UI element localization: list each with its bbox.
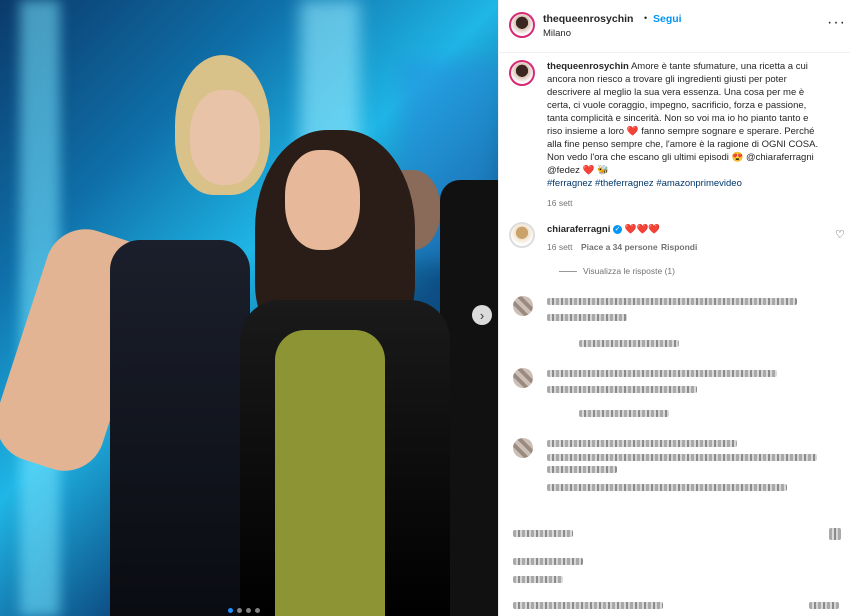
post-photo[interactable]: ›: [0, 0, 498, 616]
caption-timestamp: 16 sett: [547, 198, 573, 208]
caption-username[interactable]: thequeenrosychin: [547, 61, 629, 72]
caption-line: descrivere al meglio la sua vera essenza…: [547, 87, 805, 98]
caption-line: riso insieme a loro ❤️ fanno sempre sogn…: [547, 126, 815, 137]
blurred-date: [513, 576, 563, 583]
blurred-comment-meta: [547, 386, 697, 393]
hashtags[interactable]: #ferragnez #theferragnez #amazonprimevid…: [547, 177, 839, 190]
blurred-bookmark-icon: [829, 528, 841, 540]
reply-button[interactable]: Rispondi: [661, 242, 697, 252]
location-link[interactable]: Milano: [543, 28, 571, 39]
blurred-comment: [547, 370, 777, 377]
blurred-comment-meta: [579, 410, 669, 417]
blurred-comment: [547, 298, 797, 305]
face: [190, 90, 260, 185]
blurred-post-button: [809, 602, 839, 609]
caption-line: Amore è tante sfumature, una ricetta a c…: [630, 61, 808, 72]
caption-line: alla fine penso sempre che, l'amore è la…: [547, 139, 819, 150]
blurred-comment: [547, 454, 817, 461]
avatar[interactable]: [509, 12, 535, 38]
blurred-avatar: [513, 296, 533, 316]
blurred-avatar: [513, 368, 533, 388]
more-options-icon[interactable]: ···: [827, 14, 846, 32]
blurred-comment: [547, 466, 617, 473]
blurred-comment-meta: [547, 314, 627, 321]
carousel-dot: [228, 608, 233, 613]
separator: •: [644, 13, 648, 23]
blurred-add-comment: [513, 602, 663, 609]
blurred-comment: [547, 440, 737, 447]
post-header: thequeenrosychin • Segui Milano ···: [499, 0, 850, 53]
green-dress: [275, 330, 385, 616]
blurred-avatar: [513, 438, 533, 458]
view-replies-label: Visualizza le risposte (1): [583, 266, 675, 276]
view-replies-button[interactable]: Visualizza le risposte (1): [559, 266, 675, 276]
comment-username[interactable]: chiaraferragni: [547, 224, 610, 235]
caption-line: certa, ci vuole coraggio, impegno, sacri…: [547, 100, 807, 111]
face: [285, 150, 360, 250]
blurred-action-bar: [513, 530, 573, 537]
caption-line: ancora non riesco a trovare gli ingredie…: [547, 74, 787, 85]
caption-line: Non vedo l'ora che escano gli ultimi epi…: [547, 152, 814, 163]
verified-badge-icon: ✓: [613, 224, 623, 234]
comment-text: chiaraferragni ✓ ❤️❤️❤️: [547, 224, 660, 235]
caption-avatar[interactable]: [509, 60, 535, 86]
blurred-comment-meta: [547, 484, 787, 491]
carousel-dot: [246, 608, 251, 613]
follow-button[interactable]: Segui: [653, 13, 682, 25]
comment-avatar[interactable]: [509, 222, 535, 248]
like-heart-icon[interactable]: ♡: [835, 228, 845, 241]
carousel-dot: [237, 608, 242, 613]
header-username[interactable]: thequeenrosychin: [543, 13, 633, 25]
blurred-likes: [513, 558, 583, 565]
caption-line: @fedez ❤️ 🐝: [547, 165, 609, 176]
next-arrow-icon[interactable]: ›: [472, 305, 492, 325]
carousel-dots: [228, 608, 260, 613]
comment-body: ❤️❤️❤️: [624, 224, 661, 235]
comment-time: 16 sett: [547, 242, 573, 252]
carousel-dot: [255, 608, 260, 613]
comment-likes[interactable]: Piace a 34 persone: [581, 242, 658, 252]
black-sequin-dress: [110, 240, 250, 616]
post-side-panel: thequeenrosychin • Segui Milano ··· theq…: [498, 0, 850, 616]
blurred-comment-meta: [579, 340, 679, 347]
caption-line: tanta complicità e sincerità. Non so voi…: [547, 113, 809, 124]
post-caption: thequeenrosychin Amore è tante sfumature…: [547, 60, 839, 190]
